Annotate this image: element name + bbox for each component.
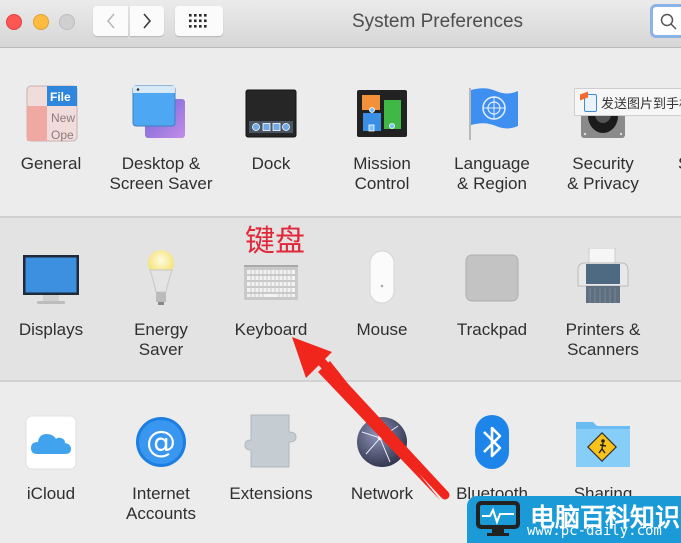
pref-trackpad[interactable]: Trackpad (437, 248, 547, 340)
hardware-section: Displays Energy Saver Keyboard Mouse Tra… (0, 218, 681, 382)
pref-network[interactable]: Network (327, 412, 437, 504)
pref-label: Trackpad (456, 320, 528, 339)
pref-label: Keyboard (234, 320, 308, 339)
pref-general[interactable]: File New Ope General (0, 82, 106, 174)
pref-bluetooth[interactable]: Bluetooth (437, 412, 547, 504)
pref-label: iCloud (26, 484, 76, 503)
dock-icon (239, 82, 303, 146)
pref-mission-control[interactable]: Mission Control (327, 82, 437, 194)
back-button[interactable] (93, 6, 128, 36)
pref-desktop-screen-saver[interactable]: Desktop & Screen Saver (106, 82, 216, 194)
pref-label: General (20, 154, 82, 173)
pref-label: Language & Region (454, 154, 530, 193)
icloud-icon (19, 412, 83, 476)
pref-keyboard[interactable]: Keyboard (216, 248, 326, 340)
bluetooth-icon (460, 412, 524, 476)
sharing-icon (571, 412, 635, 476)
close-window-button[interactable] (6, 14, 22, 30)
pref-label: Dock (251, 154, 291, 173)
desktop-screensaver-icon (129, 82, 193, 146)
language-region-icon (460, 82, 524, 146)
network-icon (350, 412, 414, 476)
personal-section: File New Ope General Desktop & Screen Sav… (0, 48, 681, 218)
energy-saver-icon (129, 248, 193, 312)
pref-label: Displays (18, 320, 84, 339)
pref-label: Security & Privacy (567, 154, 639, 193)
grid-icon (189, 14, 207, 28)
pref-label: Mouse (356, 320, 408, 339)
chevron-left-icon (106, 13, 115, 29)
pref-mouse[interactable]: Mouse (327, 248, 437, 340)
pref-language-region[interactable]: Language & Region (437, 82, 547, 194)
search-field[interactable] (650, 4, 681, 38)
general-icon: File New Ope (19, 82, 83, 146)
general-icon-file: File (50, 90, 71, 104)
svg-text:@: @ (146, 425, 176, 460)
pref-icloud[interactable]: iCloud (0, 412, 106, 504)
pref-label: Mission Control (353, 154, 411, 193)
title-bar: System Preferences (0, 0, 681, 48)
pref-label: Printers & Scanners (565, 320, 641, 359)
keyboard-annotation-label: 键盘 (245, 224, 305, 259)
internet-accounts-icon: @ (129, 412, 193, 476)
pref-printers-scanners[interactable]: Printers & Scanners (548, 247, 658, 360)
pref-label: Internet Accounts (126, 484, 196, 523)
general-icon-new: New (51, 111, 75, 125)
general-icon-open: Ope (51, 128, 74, 142)
send-image-tooltip[interactable]: 发送图片到手机 (574, 88, 681, 116)
pref-label: Network (350, 484, 414, 503)
pref-label: Desktop & Screen Saver (109, 154, 213, 193)
chevron-right-icon (143, 13, 152, 29)
zoom-window-button[interactable] (59, 14, 75, 30)
search-icon (660, 13, 677, 30)
displays-icon (19, 248, 83, 312)
pref-energy-saver[interactable]: Energy Saver (106, 248, 216, 360)
mission-control-icon (350, 82, 414, 146)
monitor-logo-icon (476, 501, 520, 536)
pref-displays[interactable]: Displays (0, 248, 106, 340)
printer-icon (571, 247, 635, 312)
mouse-icon (350, 248, 414, 312)
window-title: System Preferences (351, 11, 524, 32)
pref-label: S (658, 154, 681, 174)
pref-label: Extensions (229, 484, 313, 503)
trackpad-icon (460, 248, 524, 312)
extensions-icon (239, 412, 303, 476)
watermark-url: www.pc-daily.com (527, 523, 662, 539)
tooltip-text: 发送图片到手机 (601, 96, 681, 112)
pref-label: Energy Saver (134, 320, 188, 359)
watermark-logo: 电脑百科知识 www.pc-daily.com (467, 496, 681, 543)
show-all-button[interactable] (175, 6, 223, 36)
pref-internet-accounts[interactable]: @ Internet Accounts (106, 412, 216, 524)
forward-button[interactable] (130, 6, 164, 36)
pref-sharing[interactable]: Sharing (548, 412, 658, 504)
minimize-window-button[interactable] (33, 14, 49, 30)
pref-dock[interactable]: Dock (216, 82, 326, 174)
pref-extensions[interactable]: Extensions (216, 412, 326, 504)
